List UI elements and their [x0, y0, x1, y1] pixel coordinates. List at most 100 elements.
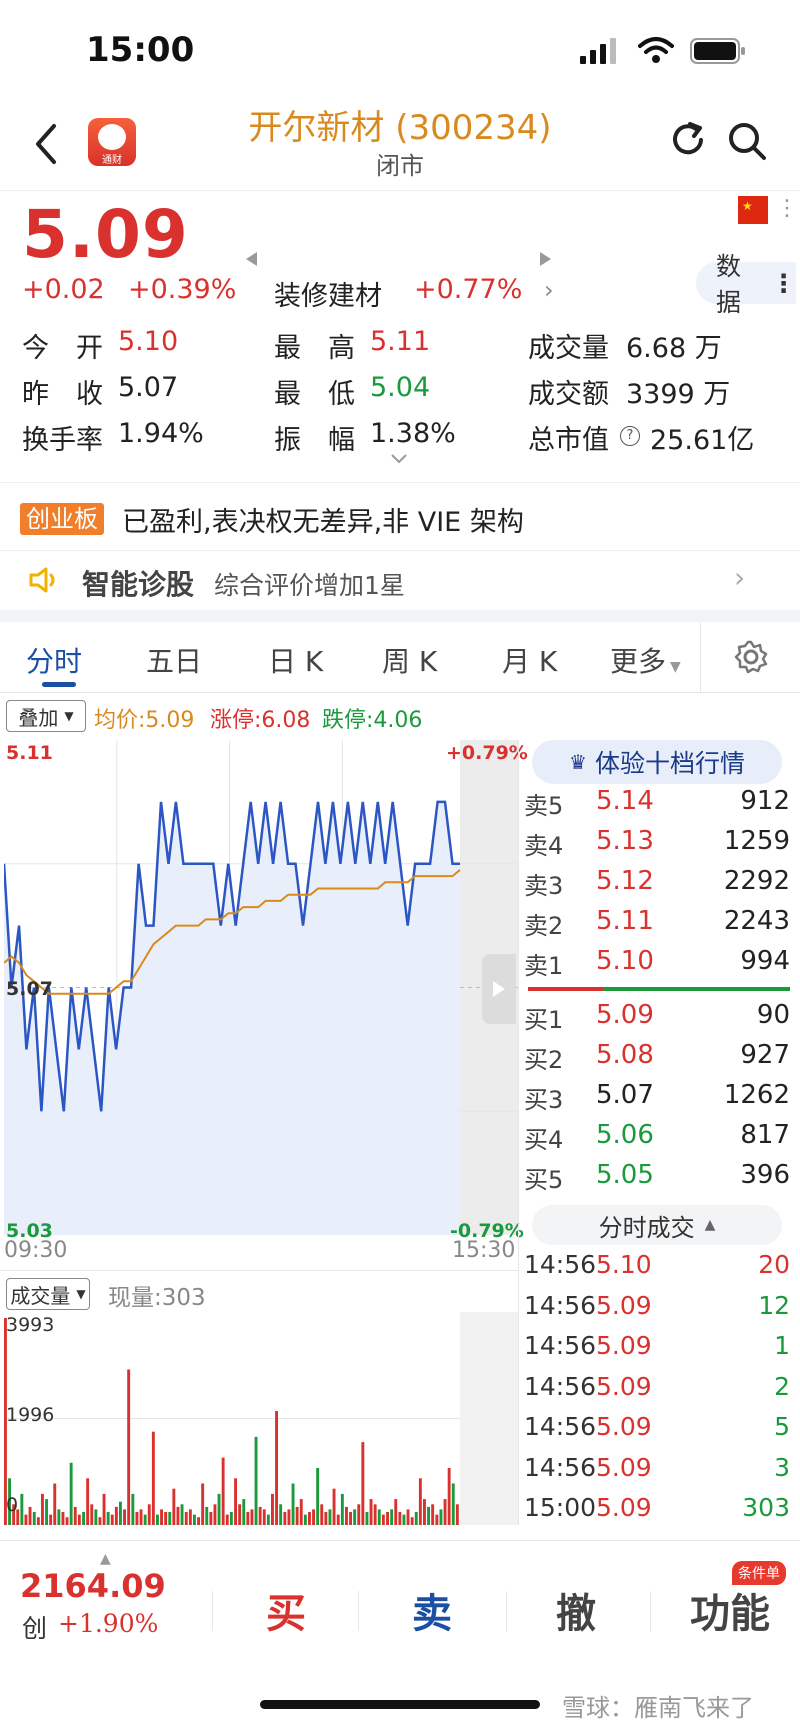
volume-bar: [98, 1517, 102, 1525]
ask-row[interactable]: 卖5 5.14 912: [524, 786, 790, 826]
bid-row[interactable]: 买3 5.07 1262: [524, 1080, 790, 1120]
ask-level: 卖1: [524, 952, 564, 980]
volume-bar: [225, 1514, 229, 1525]
tab-daily-k[interactable]: 日 K: [268, 640, 323, 680]
sell-button[interactable]: 卖: [412, 1581, 452, 1639]
tick-time: 15:00: [524, 1493, 597, 1522]
volume-bar: [28, 1506, 32, 1525]
smart-diagnosis-row[interactable]: 智能诊股 综合评价增加1星 ›: [0, 550, 800, 611]
volume-bar: [57, 1509, 61, 1525]
ask-row[interactable]: 卖3 5.12 2292: [524, 866, 790, 906]
ask-qty: 1259: [723, 826, 790, 856]
volume-bar: [176, 1506, 180, 1525]
volume-chart[interactable]: 3993 1996 0: [4, 1312, 518, 1525]
volume-bar: [238, 1504, 242, 1525]
volume-bar: [45, 1499, 48, 1525]
tab-weekly-k[interactable]: 周 K: [382, 640, 437, 680]
ask-qty: 2243: [723, 906, 790, 936]
sector-name[interactable]: 装修建材: [274, 274, 382, 313]
ask-level: 卖3: [524, 872, 564, 900]
buy-button[interactable]: 买: [266, 1581, 306, 1639]
more-icon[interactable]: ⋮: [776, 196, 798, 221]
volume-bar: [275, 1411, 278, 1525]
tab-active-indicator: [42, 682, 76, 687]
diagnosis-text: 综合评价增加1星: [214, 571, 405, 600]
bid-row[interactable]: 买5 5.05 396: [524, 1160, 790, 1200]
quote-label: 成交额: [528, 379, 609, 410]
collapse-panel-handle[interactable]: [482, 954, 516, 1024]
volume-bar: [332, 1488, 336, 1525]
current-price: 5.09: [22, 196, 189, 273]
volume-bar: [258, 1506, 262, 1525]
ask-row[interactable]: 卖2 5.11 2243: [524, 906, 790, 946]
bid-row[interactable]: 买4 5.06 817: [524, 1120, 790, 1160]
sector-pct[interactable]: +0.77%: [414, 274, 522, 305]
volume-bar: [36, 1517, 40, 1525]
volume-bar: [427, 1506, 430, 1525]
tick-time: 14:56: [524, 1331, 597, 1360]
tick-price: 5.10: [596, 1250, 652, 1279]
ask-price: 5.12: [596, 866, 654, 896]
tick-qty: 20: [758, 1250, 790, 1279]
volume-bar: [406, 1509, 410, 1525]
overlay-dropdown[interactable]: 叠加 ▼: [6, 700, 86, 732]
volume-bar: [414, 1512, 418, 1525]
settings-gear-icon[interactable]: [734, 640, 768, 674]
volume-bar: [110, 1514, 114, 1525]
ask-row[interactable]: 卖4 5.13 1259: [524, 826, 790, 866]
quote-value: 5.10: [118, 326, 179, 357]
data-button[interactable]: 数据 ⋮: [696, 252, 796, 317]
sector-arrow-icon[interactable]: ›: [544, 276, 554, 304]
volume-axis-mid: 1996: [6, 1404, 55, 1426]
tick-qty: 2: [774, 1371, 790, 1401]
expand-chevron-icon[interactable]: [390, 450, 408, 464]
ask-row[interactable]: 卖1 5.10 994: [524, 946, 790, 986]
info-icon[interactable]: ?: [620, 426, 640, 446]
refresh-icon[interactable]: [668, 120, 708, 160]
tab-intraday[interactable]: 分时: [26, 640, 82, 680]
volume-bar: [381, 1514, 385, 1525]
tick-price: 5.09: [596, 1412, 652, 1441]
next-stock-icon[interactable]: [540, 252, 552, 266]
tab-monthly-k[interactable]: 月 K: [502, 640, 557, 680]
volume-axis-top: 3993: [6, 1314, 55, 1336]
volume-bar: [316, 1468, 320, 1525]
volume-bar: [69, 1462, 73, 1525]
volume-bar: [250, 1509, 254, 1525]
function-button[interactable]: 功能: [690, 1581, 770, 1639]
tick-qty: 303: [742, 1493, 790, 1522]
volume-bar: [410, 1517, 414, 1525]
bid-row[interactable]: 买1 5.09 90: [524, 1000, 790, 1040]
battery-icon: [690, 38, 745, 64]
volume-bar: [349, 1512, 352, 1525]
quote-label: 昨 收: [22, 379, 103, 410]
cancel-order-button[interactable]: 撤: [556, 1581, 596, 1639]
tick-row: 15:00 5.09 303: [524, 1493, 790, 1533]
tick-time: 14:56: [524, 1412, 597, 1441]
price-change-pct: +0.39%: [128, 274, 237, 305]
volume-bar: [205, 1506, 209, 1525]
tick-trades-button[interactable]: 分时成交 ▲: [532, 1205, 782, 1245]
prev-stock-icon[interactable]: [246, 252, 258, 266]
y-axis-mid: 5.07: [6, 978, 53, 1000]
quote-label: 最 低: [274, 379, 355, 410]
volume-dropdown[interactable]: 成交量 ▼: [6, 1278, 90, 1310]
board-badge: 创业板: [20, 503, 104, 535]
search-icon[interactable]: [726, 120, 768, 162]
volume-bar: [303, 1514, 307, 1525]
volume-bar: [32, 1512, 36, 1525]
volume-bar: [156, 1514, 159, 1525]
volume-bar: [20, 1493, 24, 1525]
tick-time: 14:56: [524, 1290, 597, 1320]
tab-more[interactable]: 更多 ▼: [610, 640, 681, 680]
bid-row[interactable]: 买2 5.08 927: [524, 1040, 790, 1080]
volume-bar: [262, 1509, 266, 1525]
tick-row: 14:56 5.09 3: [524, 1453, 790, 1493]
level2-button[interactable]: ♛ 体验十档行情: [532, 740, 782, 784]
tab-five-day[interactable]: 五日: [146, 640, 202, 680]
pct-axis-top: +0.79%: [446, 742, 528, 764]
bid-level: 买4: [524, 1126, 564, 1154]
volume-bar: [402, 1514, 406, 1525]
index-value[interactable]: 2164.09: [20, 1567, 166, 1605]
intraday-chart[interactable]: 5.11 5.07 5.03 +0.79% -0.79%: [4, 740, 528, 1242]
